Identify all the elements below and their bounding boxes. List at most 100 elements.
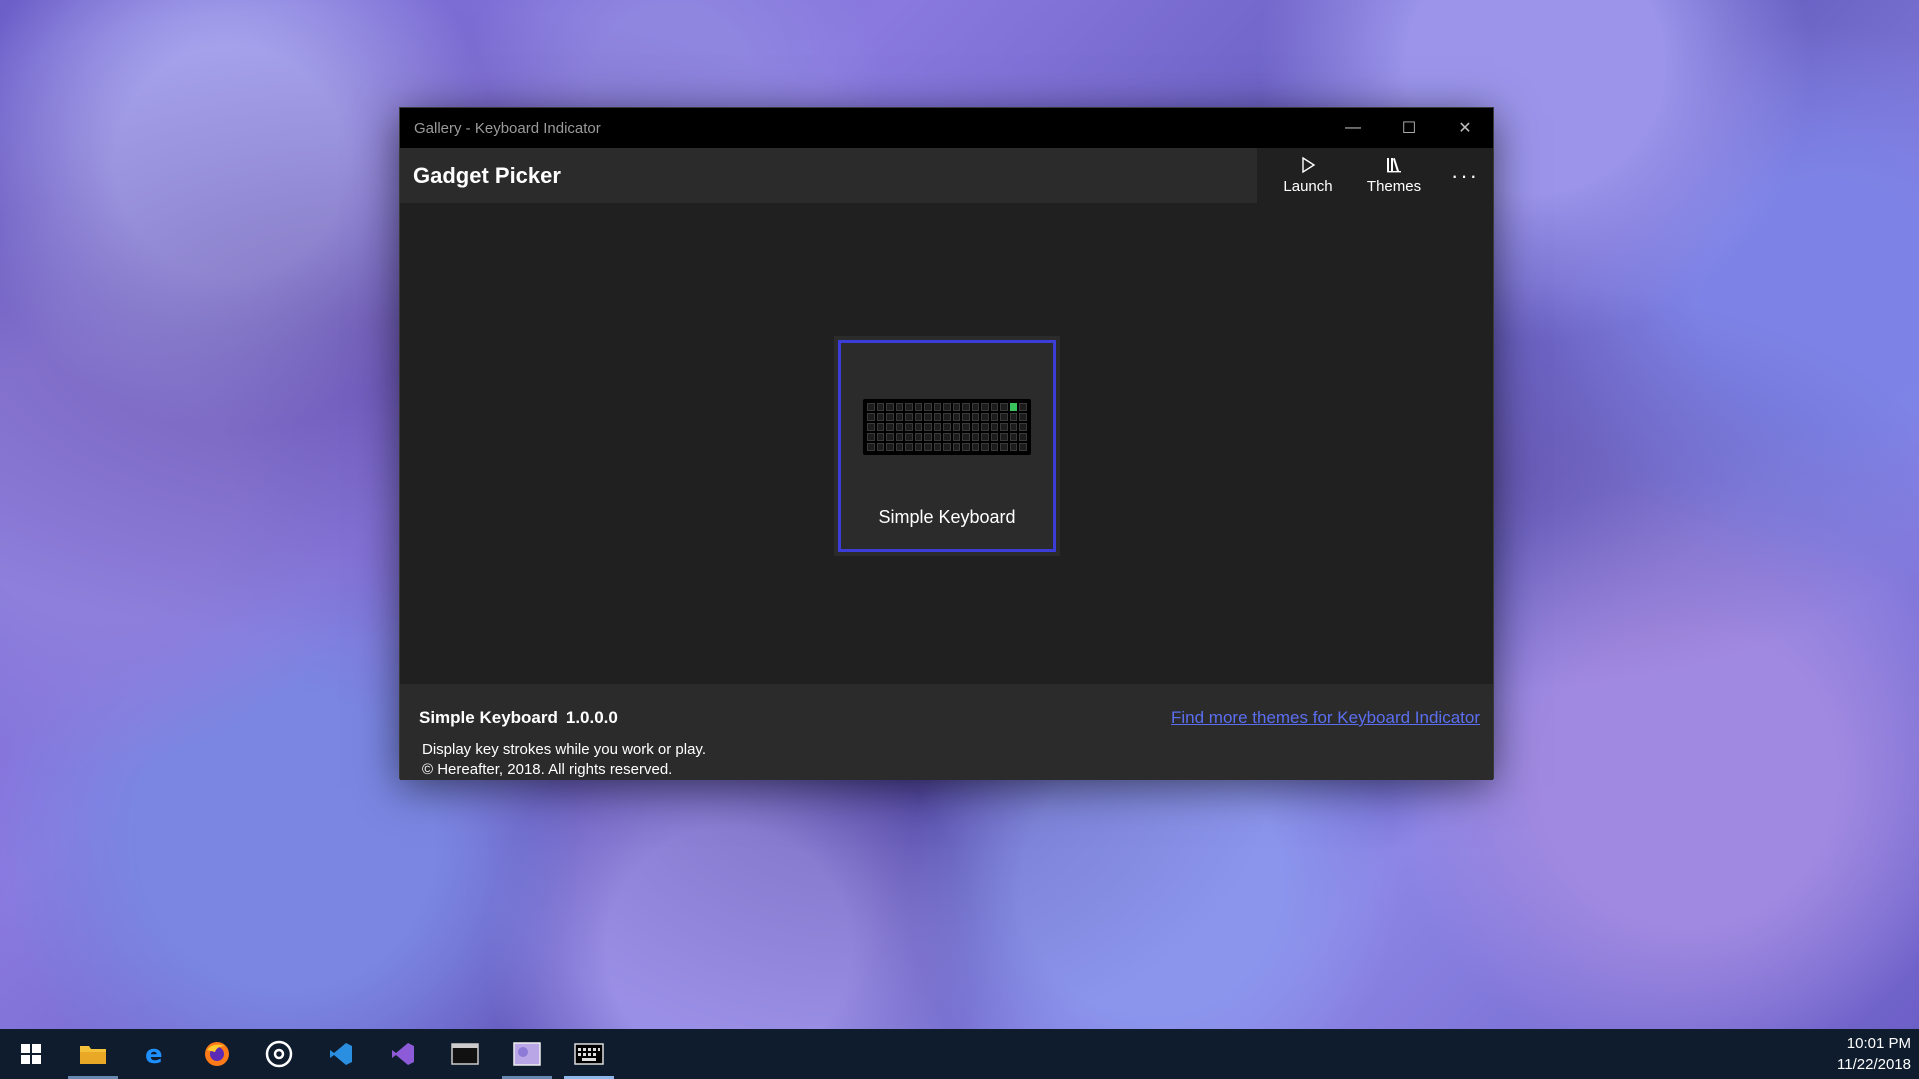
taskbar-visual-studio[interactable] — [372, 1029, 434, 1079]
keyboard-preview-key — [876, 443, 885, 451]
keyboard-preview-key — [952, 423, 961, 431]
keyboard-preview-key — [895, 423, 904, 431]
keyboard-preview-key — [971, 443, 980, 451]
keyboard-preview-key — [886, 423, 894, 431]
taskbar-keyboard-indicator[interactable] — [558, 1029, 620, 1079]
keyboard-preview-key — [943, 403, 951, 411]
taskbar-photos[interactable] — [496, 1029, 558, 1079]
keyboard-preview-key — [1019, 403, 1027, 411]
keyboard-preview-key — [952, 433, 961, 441]
themes-button[interactable]: Themes — [1351, 148, 1437, 203]
keyboard-preview-key — [933, 433, 942, 441]
window-title: Gallery - Keyboard Indicator — [414, 119, 601, 137]
keyboard-preview-key — [905, 403, 913, 411]
gadget-description: Display key strokes while you work or pl… — [422, 741, 706, 758]
keyboard-preview-key — [1000, 443, 1008, 451]
keyboard-preview-key — [1019, 413, 1027, 421]
taskbar: e 10:01 PM 11/22/2018 — [0, 1029, 1919, 1079]
keyboard-preview-key — [952, 443, 961, 451]
clock-time: 10:01 PM — [1846, 1035, 1911, 1052]
keyboard-preview-key — [943, 423, 951, 431]
taskbar-edge[interactable]: e — [124, 1029, 186, 1079]
photos-icon — [513, 1042, 541, 1066]
keyboard-preview-key — [971, 423, 980, 431]
keyboard-preview-key — [924, 423, 932, 431]
keyboard-icon — [574, 1043, 604, 1065]
keyboard-preview-key — [981, 433, 989, 441]
start-button[interactable] — [0, 1029, 62, 1079]
keyboard-preview-key — [895, 413, 904, 421]
keyboard-preview-key — [990, 433, 999, 441]
groove-music-icon — [265, 1040, 293, 1068]
keyboard-preview-key — [876, 413, 885, 421]
keyboard-preview-key — [867, 403, 875, 411]
keyboard-preview-key — [876, 433, 885, 441]
vscode-icon — [330, 1043, 352, 1065]
keyboard-preview-key — [905, 423, 913, 431]
keyboard-preview-key — [943, 433, 951, 441]
keyboard-preview-key — [962, 413, 970, 421]
keyboard-preview-key — [943, 443, 951, 451]
taskbar-file-explorer[interactable] — [62, 1029, 124, 1079]
keyboard-preview-key — [952, 413, 961, 421]
taskbar-terminal[interactable] — [434, 1029, 496, 1079]
keyboard-preview-key — [905, 433, 913, 441]
keyboard-preview-key — [981, 413, 989, 421]
keyboard-preview-key — [886, 403, 894, 411]
keyboard-preview-key — [1009, 413, 1018, 421]
find-more-themes-link[interactable]: Find more themes for Keyboard Indicator — [1171, 708, 1480, 728]
page-title: Gadget Picker — [400, 148, 1257, 203]
keyboard-preview-key — [886, 413, 894, 421]
gadget-grid: Simple Keyboard — [400, 203, 1493, 684]
edge-icon: e — [145, 1041, 163, 1067]
keyboard-preview-key — [886, 433, 894, 441]
keyboard-preview-key — [914, 403, 923, 411]
keyboard-preview-key — [1000, 403, 1008, 411]
keyboard-preview-key — [924, 433, 932, 441]
more-options-button[interactable]: ··· — [1437, 148, 1493, 203]
folder-icon — [80, 1046, 106, 1064]
keyboard-preview-key — [962, 433, 970, 441]
taskbar-vscode[interactable] — [310, 1029, 372, 1079]
system-clock[interactable]: 10:01 PM 11/22/2018 — [1837, 1033, 1911, 1075]
tile-label: Simple Keyboard — [878, 507, 1016, 527]
title-bar[interactable]: Gallery - Keyboard Indicator — ☐ ✕ — [400, 108, 1493, 148]
library-icon — [1387, 158, 1401, 173]
keyboard-preview-key — [1019, 443, 1027, 451]
taskbar-firefox[interactable] — [186, 1029, 248, 1079]
keyboard-preview-key — [914, 413, 923, 421]
keyboard-preview-key — [981, 403, 989, 411]
svg-text:e: e — [145, 1041, 163, 1067]
gadget-tile-simple-keyboard[interactable]: Simple Keyboard — [834, 336, 1060, 556]
tile-selection-border: Simple Keyboard — [838, 340, 1056, 552]
keyboard-preview-key — [990, 413, 999, 421]
keyboard-preview-key — [943, 413, 951, 421]
keyboard-preview-key — [914, 443, 923, 451]
maximize-button[interactable]: ☐ — [1381, 108, 1437, 148]
keyboard-preview-key — [895, 403, 904, 411]
keyboard-preview-key — [914, 433, 923, 441]
keyboard-preview-key — [971, 413, 980, 421]
close-button[interactable]: ✕ — [1437, 108, 1493, 148]
keyboard-preview-key — [905, 443, 913, 451]
keyboard-preview-key — [971, 433, 980, 441]
keyboard-preview-key — [1019, 433, 1027, 441]
firefox-icon — [205, 1042, 229, 1066]
keyboard-preview-key — [914, 423, 923, 431]
gadget-version: 1.0.0.0 — [565, 708, 618, 727]
keyboard-preview-key — [1009, 433, 1018, 441]
keyboard-preview-key — [962, 423, 970, 431]
keyboard-preview-key — [933, 423, 942, 431]
command-bar: Launch Themes ··· — [1257, 148, 1493, 203]
keyboard-preview-key — [924, 443, 932, 451]
keyboard-preview-key — [924, 403, 932, 411]
keyboard-preview-key — [895, 443, 904, 451]
themes-label: Themes — [1366, 178, 1422, 195]
windows-logo-icon — [21, 1044, 41, 1064]
visual-studio-icon — [392, 1043, 414, 1065]
launch-button[interactable]: Launch — [1265, 148, 1351, 203]
taskbar-groove[interactable] — [248, 1029, 310, 1079]
keyboard-preview-key — [924, 413, 932, 421]
keyboard-preview-key — [962, 403, 970, 411]
minimize-button[interactable]: — — [1325, 108, 1381, 148]
